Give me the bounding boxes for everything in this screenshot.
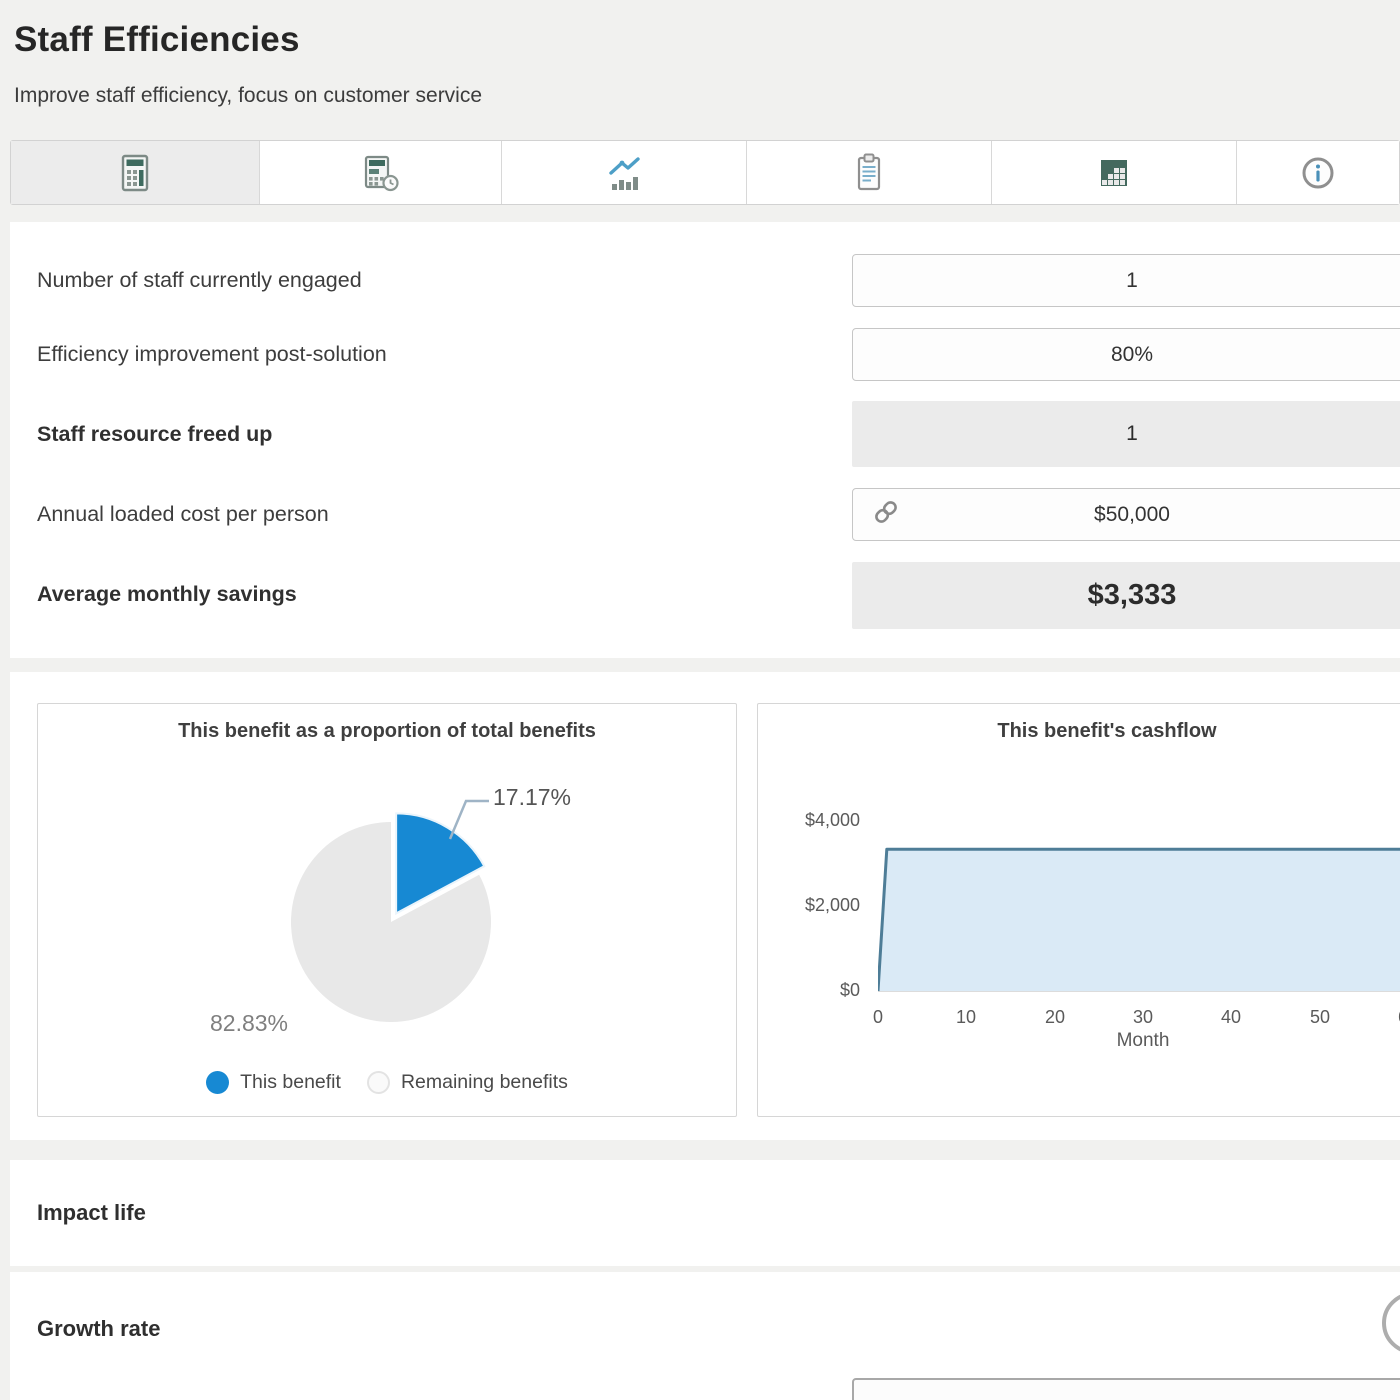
impact-life-label: Impact life	[37, 1200, 146, 1226]
charts-panel: This benefit as a proportion of total be…	[10, 672, 1400, 1140]
impact-life-section: Impact life	[10, 1160, 1400, 1266]
tab-calculator-schedule[interactable]	[259, 141, 501, 204]
y-tick: $4,000	[766, 810, 860, 831]
annual-cost-value: $50,000	[1094, 503, 1170, 527]
legend-dot-gray	[367, 1071, 390, 1094]
area-fill	[878, 849, 1400, 991]
x-tick: 30	[1133, 1007, 1153, 1028]
pie-chart	[38, 704, 738, 1118]
field-label: Annual loaded cost per person	[37, 502, 329, 527]
cashflow-chart-card: This benefit's cashflow $4,000 $2,000 $0…	[757, 703, 1400, 1117]
field-label: Number of staff currently engaged	[37, 268, 362, 293]
tab-info[interactable]	[1236, 141, 1399, 204]
staff-freed-output: 1	[852, 401, 1400, 467]
inputs-panel: Number of staff currently engaged 1 Effi…	[10, 222, 1400, 658]
benefit-proportion-chart-card: This benefit as a proportion of total be…	[37, 703, 737, 1117]
monthly-savings-value: $3,333	[1088, 579, 1177, 612]
staff-engaged-input[interactable]: 1	[852, 254, 1400, 307]
x-tick: 40	[1221, 1007, 1241, 1028]
y-tick: $2,000	[766, 895, 860, 916]
legend-label: This benefit	[240, 1071, 341, 1094]
field-label: Average monthly savings	[37, 582, 297, 607]
tab-calculator[interactable]	[11, 141, 259, 204]
growth-rate-label: Growth rate	[37, 1316, 160, 1342]
growth-rate-input[interactable]	[852, 1378, 1400, 1400]
efficiency-improvement-input[interactable]: 80%	[852, 328, 1400, 381]
legend-dot-blue	[206, 1071, 229, 1094]
monthly-savings-output: $3,333	[852, 562, 1400, 629]
page-subtitle: Improve staff efficiency, focus on custo…	[14, 84, 482, 108]
calculator-icon	[114, 151, 156, 195]
spreadsheet-chart-icon	[1093, 152, 1135, 194]
legend-label: Remaining benefits	[401, 1071, 568, 1094]
field-label: Staff resource freed up	[37, 422, 272, 447]
x-tick: 0	[873, 1007, 883, 1028]
staff-freed-value: 1	[1126, 422, 1138, 446]
link-icon	[871, 497, 901, 533]
x-tick: 20	[1045, 1007, 1065, 1028]
clipboard-icon	[848, 150, 890, 196]
x-tick: 10	[956, 1007, 976, 1028]
cashflow-chart-title: This benefit's cashflow	[758, 720, 1400, 743]
pie-legend: This benefit Remaining benefits	[38, 1071, 736, 1094]
staff-engaged-value: 1	[1126, 269, 1138, 293]
chart-trend-icon	[600, 151, 648, 195]
tab-strip	[10, 140, 1400, 205]
pie-main-percentage: 17.17%	[493, 784, 571, 811]
field-label: Efficiency improvement post-solution	[37, 342, 387, 367]
y-tick: $0	[766, 980, 860, 1001]
cashflow-area-chart	[878, 820, 1400, 992]
tab-chart[interactable]	[501, 141, 746, 204]
pie-chart-title: This benefit as a proportion of total be…	[38, 720, 736, 743]
x-tick: 50	[1310, 1007, 1330, 1028]
info-icon	[1296, 151, 1340, 195]
tab-results-table[interactable]	[991, 141, 1236, 204]
app-window: Staff Efficiencies Improve staff efficie…	[0, 0, 1400, 1400]
calculator-clock-icon	[358, 150, 404, 196]
page-title: Staff Efficiencies	[14, 20, 300, 60]
efficiency-improvement-value: 80%	[1111, 343, 1153, 367]
pie-remaining-percentage: 82.83%	[210, 1010, 288, 1037]
x-axis-label: Month	[1117, 1030, 1170, 1052]
annual-cost-input[interactable]: $50,000	[852, 488, 1400, 541]
legend-item-this-benefit[interactable]: This benefit	[206, 1071, 341, 1094]
legend-item-remaining-benefits[interactable]: Remaining benefits	[367, 1071, 568, 1094]
tab-notes[interactable]	[746, 141, 991, 204]
